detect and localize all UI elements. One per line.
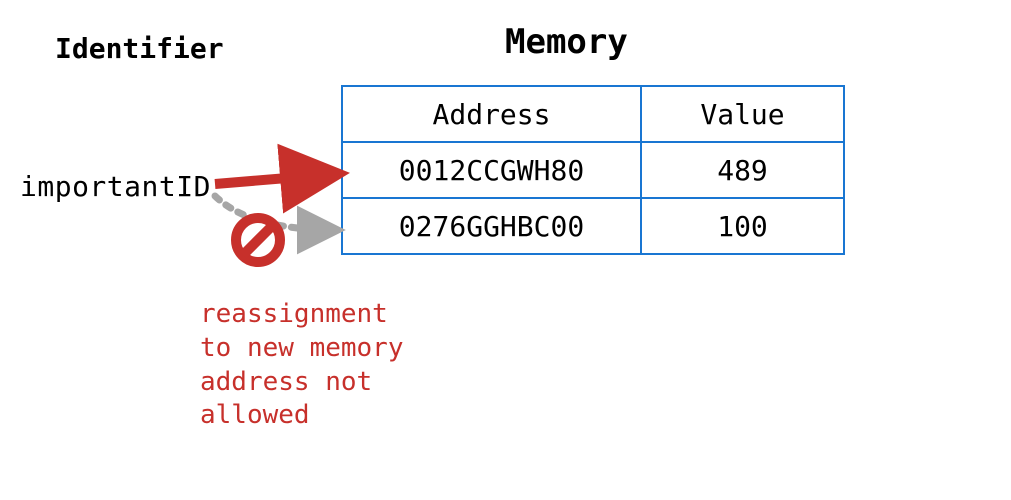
table-row: 0012CCGWH80 489 <box>342 142 844 198</box>
annotation-text: reassignment to new memory address not a… <box>200 298 430 433</box>
table-header-row: Address Value <box>342 86 844 142</box>
table-row: 0276GGHBC00 100 <box>342 198 844 254</box>
cell-value: 489 <box>641 142 844 198</box>
identifier-heading: Identifier <box>55 32 224 65</box>
column-header-address: Address <box>342 86 641 142</box>
assigned-pointer-arrow <box>215 174 336 184</box>
blocked-pointer-arrow <box>215 196 336 230</box>
memory-heading: Memory <box>505 22 628 62</box>
cell-address: 0012CCGWH80 <box>342 142 641 198</box>
cell-value: 100 <box>641 198 844 254</box>
identifier-name: importantID <box>20 170 211 203</box>
cell-address: 0276GGHBC00 <box>342 198 641 254</box>
column-header-value: Value <box>641 86 844 142</box>
prohibit-icon <box>236 218 280 262</box>
memory-table: Address Value 0012CCGWH80 489 0276GGHBC0… <box>341 85 845 255</box>
